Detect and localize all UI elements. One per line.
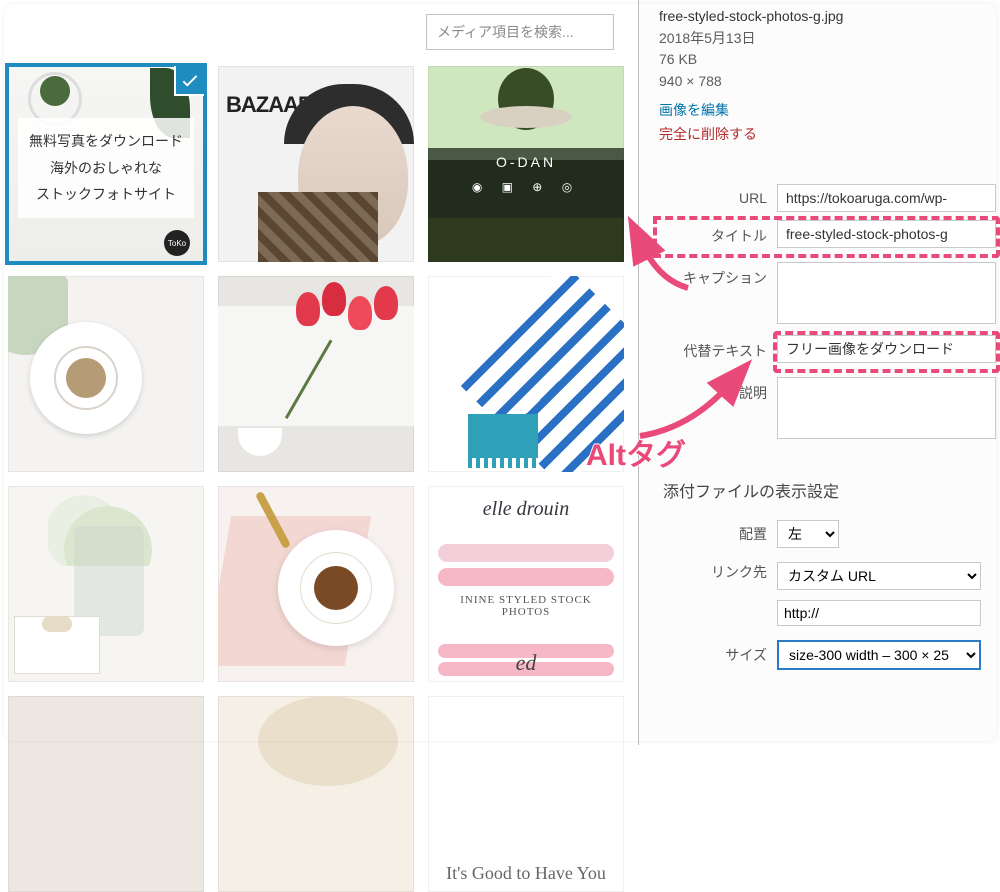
url-label: URL	[659, 184, 777, 206]
media-item-10[interactable]	[8, 696, 204, 892]
url-field[interactable]	[777, 184, 996, 212]
link-url-field[interactable]	[777, 600, 981, 626]
media-item-12[interactable]: It's Good to Have You	[428, 696, 624, 892]
media-item-9[interactable]: elle drouin ININE STYLED STOCK PHOTOS ed	[428, 486, 624, 682]
thumb-overlay: O-DAN ◉ ▣ ⊕ ◎	[428, 148, 624, 218]
media-item-8[interactable]	[218, 486, 414, 682]
description-label: 説明	[659, 377, 777, 403]
media-item-5[interactable]	[218, 276, 414, 472]
edit-image-link[interactable]: 画像を編集	[659, 99, 1000, 123]
attachment-date: 2018年5月13日	[659, 28, 1000, 50]
attachment-dimensions: 940 × 788	[659, 71, 1000, 93]
media-item-1[interactable]: 無料写真をダウンロード 海外のおしゃれな ストックフォトサイト ToKo	[8, 66, 204, 262]
delete-permanently-link[interactable]: 完全に削除する	[659, 123, 1000, 147]
display-settings-heading: 添付ファイルの表示設定	[663, 478, 1000, 502]
selected-check-icon[interactable]	[174, 66, 204, 96]
media-item-2[interactable]: BAZAAR	[218, 66, 414, 262]
attachment-filesize: 76 KB	[659, 49, 1000, 71]
title-field[interactable]	[777, 220, 996, 248]
media-grid: 無料写真をダウンロード 海外のおしゃれな ストックフォトサイト ToKo BAZ…	[8, 66, 628, 892]
description-field[interactable]	[777, 377, 996, 439]
thumb-caption: 無料写真をダウンロード 海外のおしゃれな ストックフォトサイト	[18, 118, 194, 218]
media-search[interactable]	[426, 14, 614, 50]
alt-label: 代替テキスト	[659, 335, 777, 361]
media-item-3[interactable]: O-DAN ◉ ▣ ⊕ ◎	[428, 66, 624, 262]
media-item-6[interactable]	[428, 276, 624, 472]
size-select[interactable]: size-300 width – 300 × 25	[777, 640, 981, 670]
size-label: サイズ	[659, 645, 777, 665]
align-select[interactable]: 左	[777, 520, 839, 548]
thumb-badge: ToKo	[164, 230, 190, 256]
attachment-details: free-styled-stock-photos-g.jpg 2018年5月13…	[638, 0, 1000, 745]
linkto-label: リンク先	[659, 562, 777, 582]
title-label: タイトル	[659, 220, 777, 246]
media-item-7[interactable]	[8, 486, 204, 682]
align-label: 配置	[659, 524, 777, 544]
media-item-4[interactable]	[8, 276, 204, 472]
linkto-select[interactable]: カスタム URL	[777, 562, 981, 590]
media-item-11[interactable]	[218, 696, 414, 892]
attachment-filename: free-styled-stock-photos-g.jpg	[659, 6, 1000, 28]
caption-field[interactable]	[777, 262, 996, 324]
alt-field[interactable]	[777, 335, 996, 363]
caption-label: キャプション	[659, 262, 777, 288]
search-input[interactable]	[426, 14, 614, 50]
